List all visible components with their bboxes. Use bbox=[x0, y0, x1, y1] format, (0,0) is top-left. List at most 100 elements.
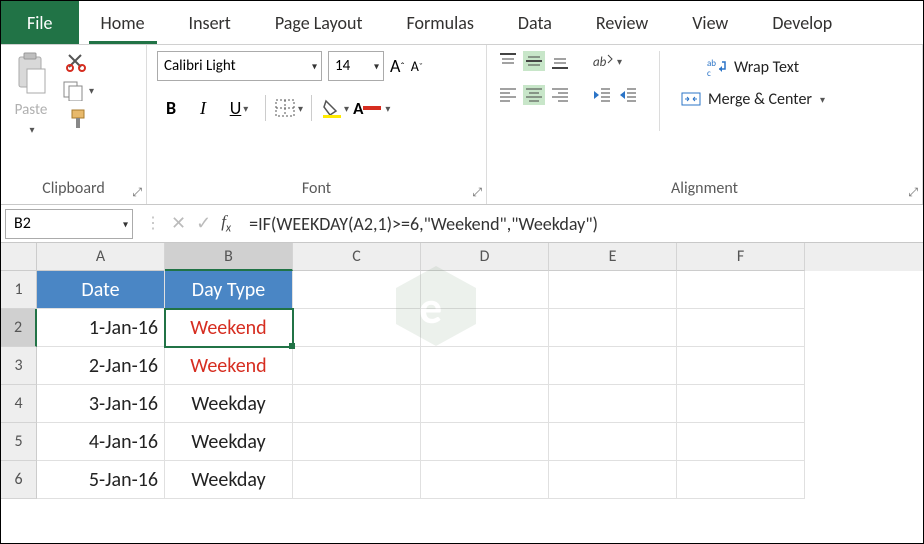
tab-insert[interactable]: Insert bbox=[167, 1, 253, 44]
cell[interactable] bbox=[293, 347, 421, 385]
cut-button[interactable] bbox=[61, 51, 94, 73]
cell[interactable]: Day Type bbox=[165, 271, 293, 309]
align-bottom-button[interactable] bbox=[549, 51, 571, 71]
font-color-button[interactable]: A▾ bbox=[353, 98, 390, 119]
tab-data[interactable]: Data bbox=[496, 1, 574, 44]
cell[interactable] bbox=[549, 309, 677, 347]
cell[interactable] bbox=[293, 309, 421, 347]
cell[interactable]: 2-Jan-16 bbox=[37, 347, 165, 385]
align-middle-button[interactable] bbox=[523, 51, 545, 71]
cell[interactable] bbox=[421, 423, 549, 461]
cell[interactable]: Weekday bbox=[165, 461, 293, 499]
row-header[interactable]: 3 bbox=[1, 347, 37, 385]
enter-formula-icon[interactable]: ✓ bbox=[196, 212, 211, 234]
formula-input[interactable]: =IF(WEEKDAY(A2,1)>=6,"Weekend","Weekday"… bbox=[243, 213, 923, 235]
tab-developer[interactable]: Develop bbox=[750, 1, 854, 44]
merge-center-button[interactable]: Merge & Center ▾ bbox=[680, 89, 825, 109]
alignment-launcher-icon[interactable]: ⤢ bbox=[908, 186, 918, 200]
cell[interactable]: Weekend bbox=[165, 347, 293, 385]
row-header[interactable]: 4 bbox=[1, 385, 37, 423]
tab-view[interactable]: View bbox=[670, 1, 750, 44]
cell[interactable] bbox=[293, 271, 421, 309]
cell[interactable] bbox=[421, 309, 549, 347]
cell[interactable]: 1-Jan-16 bbox=[37, 309, 165, 347]
underline-button[interactable]: U▾ bbox=[221, 97, 257, 119]
tab-file[interactable]: File bbox=[1, 1, 79, 44]
font-name-select[interactable]: Calibri Light▾ bbox=[157, 51, 322, 81]
row-header[interactable]: 2 bbox=[1, 309, 37, 347]
cell[interactable] bbox=[421, 271, 549, 309]
row-header[interactable]: 6 bbox=[1, 461, 37, 499]
italic-button[interactable]: I bbox=[189, 98, 217, 119]
cancel-formula-icon[interactable]: ✕ bbox=[171, 212, 186, 234]
orientation-button[interactable]: ab▾ bbox=[591, 51, 622, 71]
group-label-clipboard: Clipboard bbox=[11, 177, 136, 202]
align-top-button[interactable] bbox=[497, 51, 519, 71]
cell[interactable]: Weekday bbox=[165, 423, 293, 461]
cell[interactable] bbox=[421, 461, 549, 499]
font-launcher-icon[interactable]: ⤢ bbox=[472, 186, 482, 200]
cell[interactable]: 3-Jan-16 bbox=[37, 385, 165, 423]
select-all-corner[interactable] bbox=[1, 243, 37, 271]
svg-text:c: c bbox=[707, 68, 711, 77]
tab-formulas[interactable]: Formulas bbox=[385, 1, 496, 44]
cell[interactable] bbox=[677, 271, 805, 309]
cell[interactable] bbox=[677, 423, 805, 461]
cell[interactable] bbox=[293, 385, 421, 423]
cell[interactable] bbox=[677, 347, 805, 385]
cell[interactable] bbox=[421, 385, 549, 423]
fill-color-button[interactable]: ▾ bbox=[320, 98, 349, 118]
column-header[interactable]: A bbox=[37, 243, 165, 271]
cell[interactable] bbox=[549, 461, 677, 499]
increase-indent-button[interactable] bbox=[617, 85, 639, 105]
column-header[interactable]: E bbox=[549, 243, 677, 271]
font-name-value: Calibri Light bbox=[164, 57, 236, 75]
decrease-font-button[interactable]: Aˇ bbox=[411, 58, 423, 75]
format-painter-button[interactable] bbox=[61, 107, 94, 131]
divider bbox=[311, 95, 312, 121]
cell[interactable] bbox=[677, 309, 805, 347]
borders-button[interactable]: ▾ bbox=[274, 98, 303, 118]
cell[interactable]: Date bbox=[37, 271, 165, 309]
cell[interactable] bbox=[549, 423, 677, 461]
decrease-indent-button[interactable] bbox=[591, 85, 613, 105]
fx-icon[interactable]: fx bbox=[221, 212, 231, 235]
wrap-text-button[interactable]: abc Wrap Text bbox=[680, 57, 825, 77]
align-center-button[interactable] bbox=[523, 85, 545, 105]
cell[interactable]: Weekend bbox=[165, 309, 293, 347]
column-header[interactable]: B bbox=[165, 243, 293, 271]
align-left-button[interactable] bbox=[497, 85, 519, 105]
column-header[interactable]: D bbox=[421, 243, 549, 271]
bold-button[interactable]: B bbox=[157, 97, 185, 119]
cell[interactable] bbox=[421, 347, 549, 385]
column-header[interactable]: C bbox=[293, 243, 421, 271]
row-header[interactable]: 1 bbox=[1, 271, 37, 309]
copy-button[interactable]: ▾ bbox=[61, 79, 94, 101]
cell[interactable] bbox=[677, 385, 805, 423]
cell[interactable]: 4-Jan-16 bbox=[37, 423, 165, 461]
name-box[interactable]: B2 ▾ bbox=[5, 209, 133, 239]
tab-home[interactable]: Home bbox=[79, 1, 167, 44]
align-right-button[interactable] bbox=[549, 85, 571, 105]
increase-font-button[interactable]: Aˆ bbox=[390, 55, 405, 77]
clipboard-launcher-icon[interactable]: ⤢ bbox=[132, 186, 142, 200]
cell[interactable] bbox=[549, 271, 677, 309]
paste-dropdown-icon[interactable]: ▾ bbox=[27, 123, 34, 136]
column-header[interactable]: F bbox=[677, 243, 805, 271]
merge-center-label: Merge & Center bbox=[708, 90, 812, 109]
paste-icon[interactable] bbox=[11, 51, 51, 97]
cell[interactable] bbox=[293, 423, 421, 461]
rows: 1DateDay Type21-Jan-16Weekend32-Jan-16We… bbox=[1, 271, 923, 499]
cell[interactable] bbox=[549, 385, 677, 423]
tab-page-layout[interactable]: Page Layout bbox=[253, 1, 385, 44]
group-font: Calibri Light▾ 14▾ Aˆ Aˇ B I U▾ ▾ ▾ A▾ F… bbox=[147, 45, 487, 204]
row-header[interactable]: 5 bbox=[1, 423, 37, 461]
cell[interactable] bbox=[549, 347, 677, 385]
cell[interactable]: 5-Jan-16 bbox=[37, 461, 165, 499]
group-clipboard: Paste ▾ ▾ Clipboard ⤢ bbox=[1, 45, 147, 204]
cell[interactable]: Weekday bbox=[165, 385, 293, 423]
font-size-select[interactable]: 14▾ bbox=[328, 51, 384, 81]
tab-review[interactable]: Review bbox=[574, 1, 670, 44]
cell[interactable] bbox=[677, 461, 805, 499]
cell[interactable] bbox=[293, 461, 421, 499]
